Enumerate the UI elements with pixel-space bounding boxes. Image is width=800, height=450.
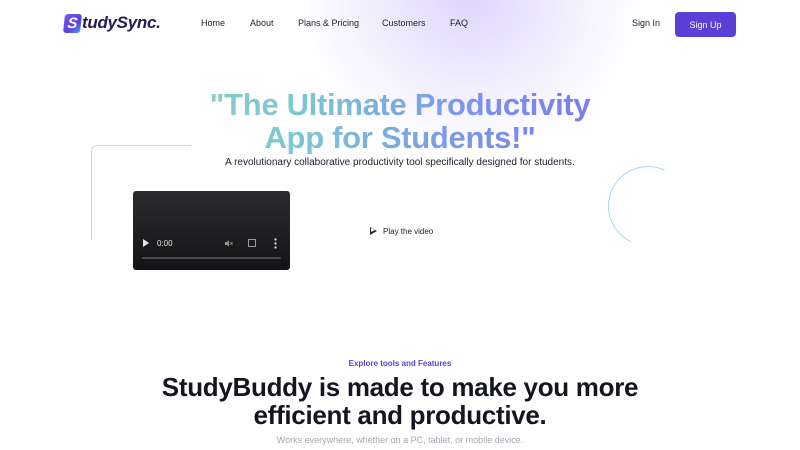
features-title: StudyBuddy is made to make you more effi… xyxy=(0,373,800,429)
decorative-arc xyxy=(596,154,700,258)
fullscreen-icon[interactable] xyxy=(248,239,256,247)
hero-title-line-2: App for Students!" xyxy=(264,120,536,155)
sign-in-link[interactable]: Sign In xyxy=(632,18,660,28)
features-eyebrow: Explore tools and Features xyxy=(348,359,452,368)
nav-plans-pricing[interactable]: Plans & Pricing xyxy=(298,18,359,28)
nav-faq[interactable]: FAQ xyxy=(450,18,468,28)
play-video-link[interactable]: Play the video xyxy=(370,225,433,237)
play-video-label: Play the video xyxy=(383,226,434,236)
nav-home[interactable]: Home xyxy=(201,18,225,28)
features-title-line-2: efficient and productive. xyxy=(253,400,547,430)
features-title-line-1: StudyBuddy is made to make you more xyxy=(161,372,639,402)
more-options-icon[interactable] xyxy=(274,238,277,249)
nav-about[interactable]: About xyxy=(250,18,274,28)
features-subtitle: Works everywhere, whether on a PC, table… xyxy=(276,435,524,445)
hero-subtitle: A revolutionary collaborative productivi… xyxy=(225,157,575,168)
play-icon[interactable] xyxy=(143,239,149,247)
video-progress-bar[interactable] xyxy=(142,257,281,259)
video-current-time: 0:00 xyxy=(157,239,173,248)
hero-title-line-1: "The Ultimate Productivity xyxy=(209,87,591,122)
video-player[interactable]: 0:00 xyxy=(133,191,290,270)
sign-up-button[interactable]: Sign Up xyxy=(675,12,736,37)
hero-title: "The Ultimate Productivity App for Stude… xyxy=(0,88,800,154)
play-outline-icon xyxy=(370,227,377,235)
nav-customers[interactable]: Customers xyxy=(382,18,426,28)
mute-icon[interactable] xyxy=(224,239,233,248)
